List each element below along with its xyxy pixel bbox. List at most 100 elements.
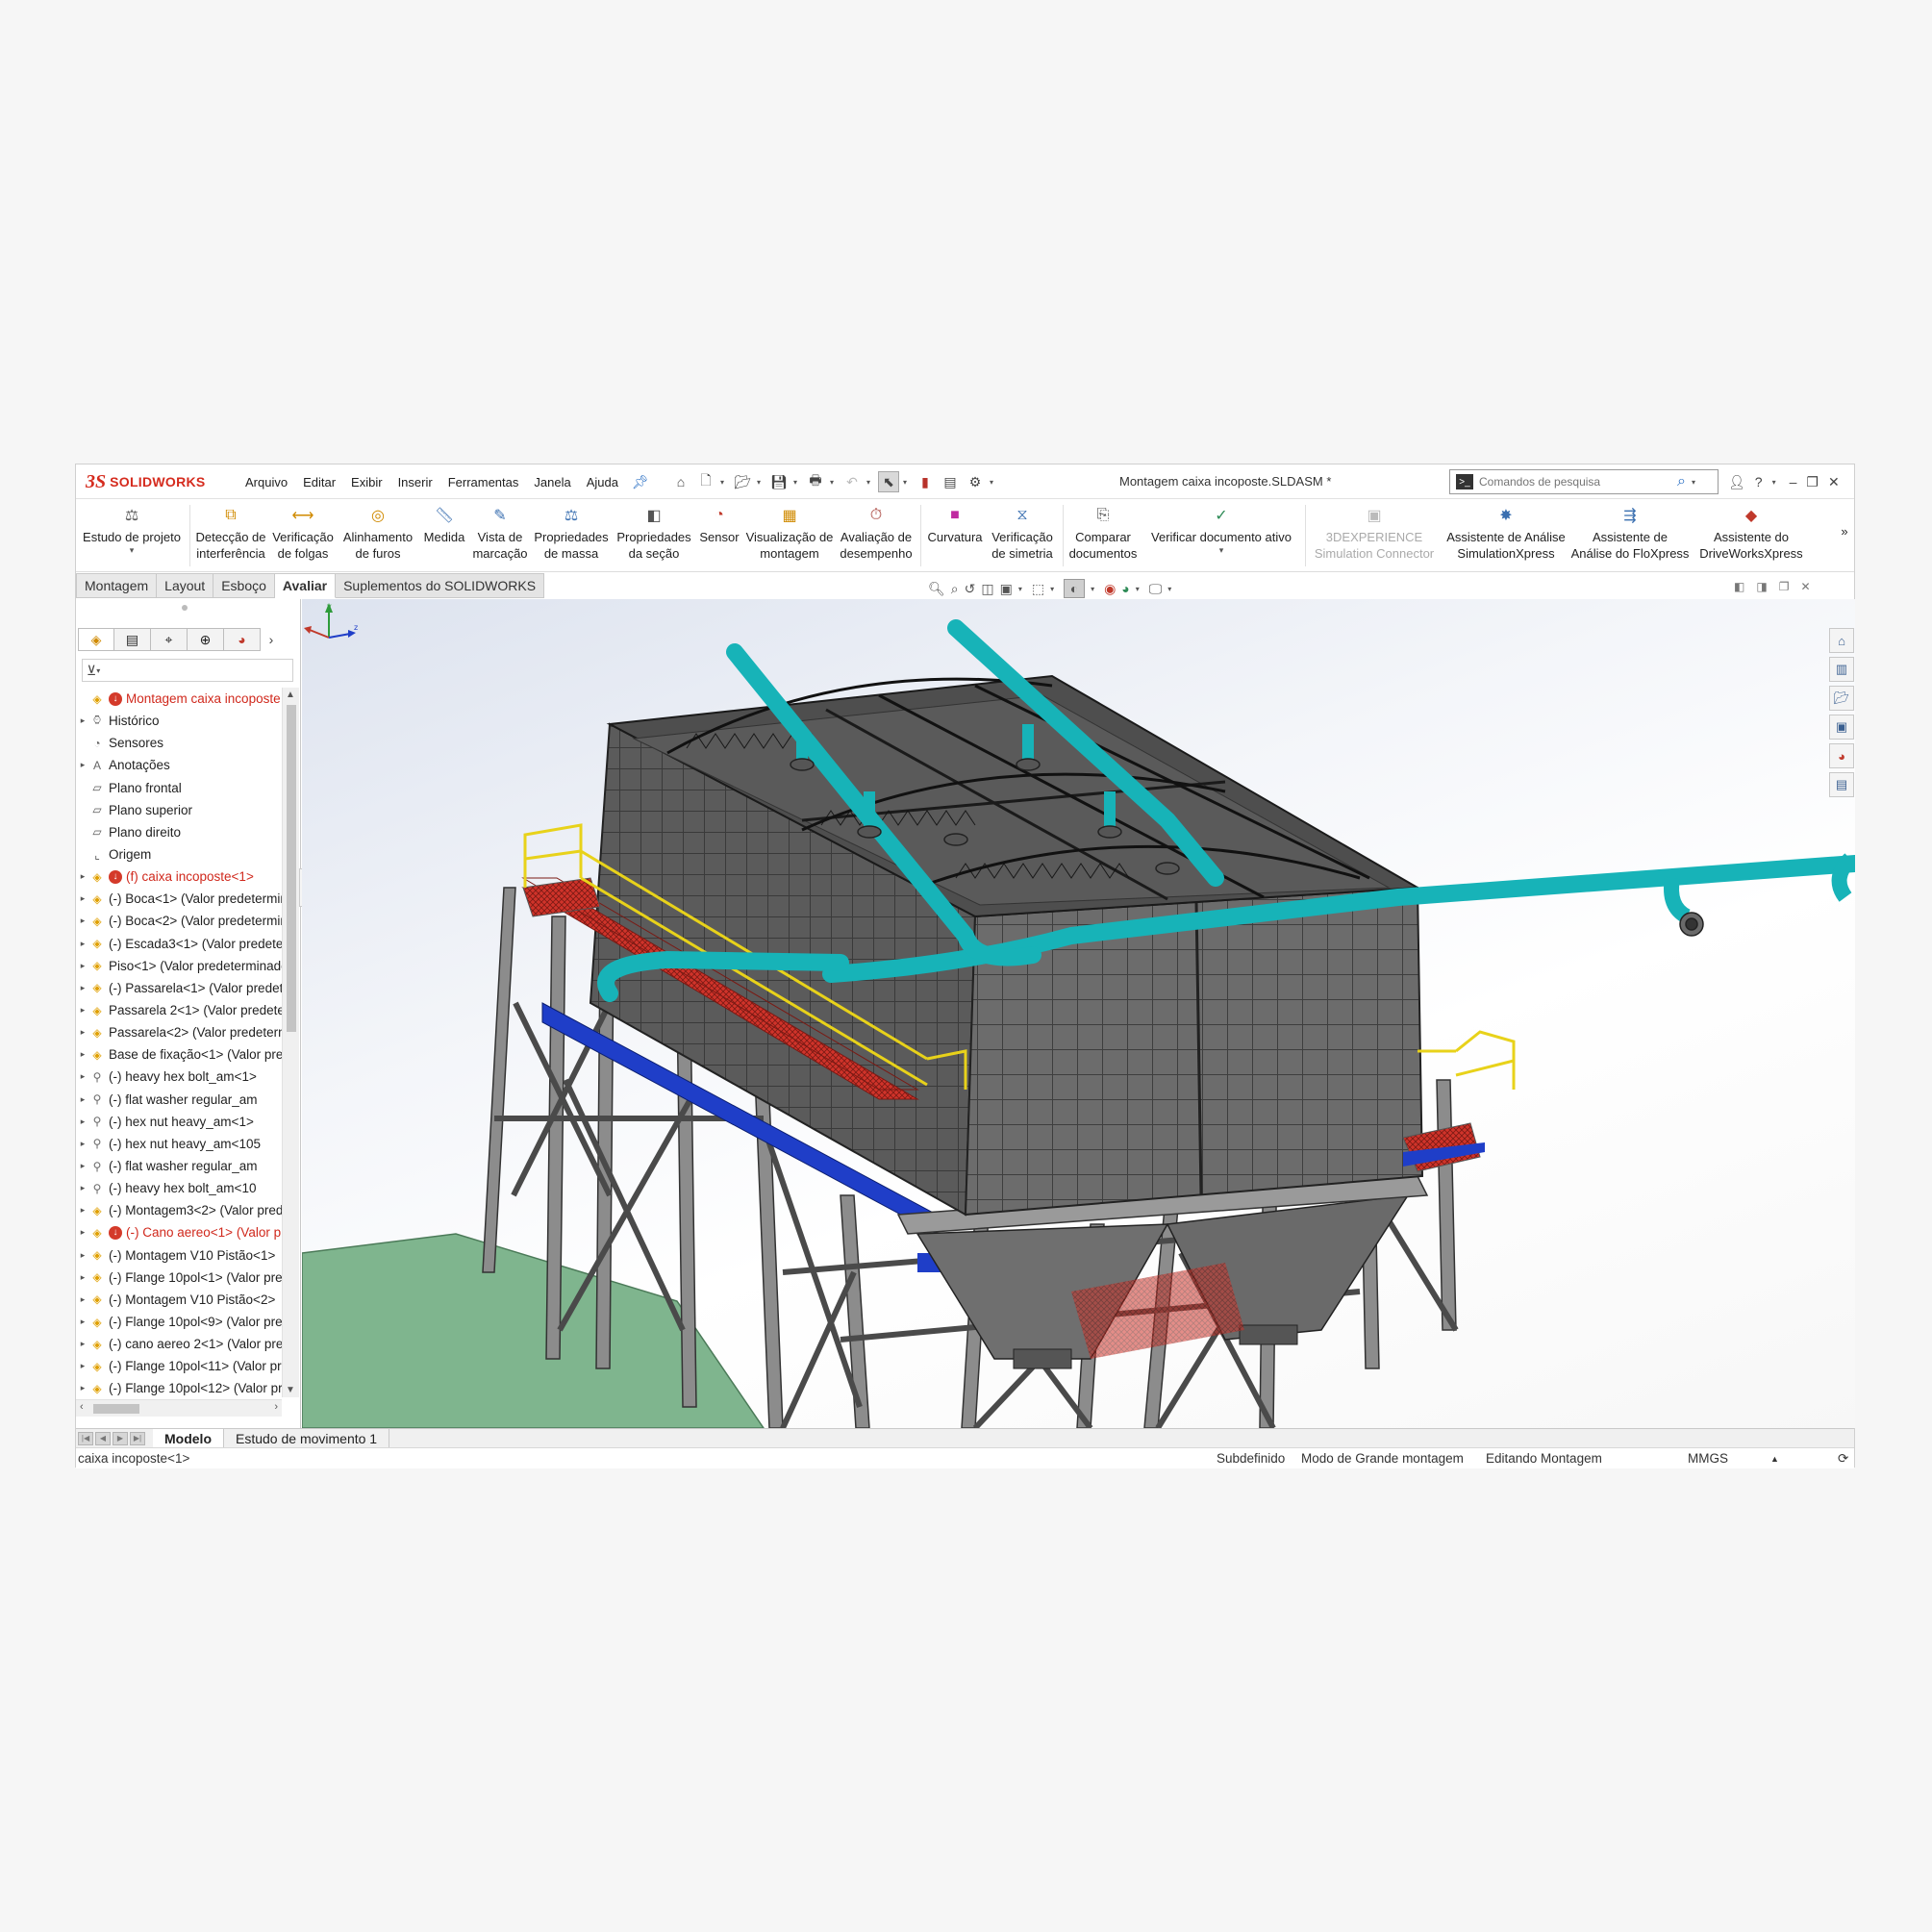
previous-view-icon[interactable]: ↺ xyxy=(965,581,976,597)
chevron-down-icon[interactable]: ▾ xyxy=(130,545,135,556)
expand-arrow-icon[interactable]: ▸ xyxy=(76,1317,89,1327)
file-properties-icon[interactable]: ▤ xyxy=(940,471,961,492)
tree-item[interactable]: ▸ ⚲ (-) heavy hex bolt_am<1> xyxy=(76,1066,282,1088)
chevron-down-icon[interactable]: ▾ xyxy=(96,666,104,675)
expand-arrow-icon[interactable]: ▸ xyxy=(76,760,89,770)
tab-suplementos[interactable]: Suplementos do SOLIDWORKS xyxy=(336,573,545,598)
tree-item[interactable]: ▸◈ (-) Flange 10pol<9> (Valor predetermin… xyxy=(76,1311,282,1333)
expand-arrow-icon[interactable]: ▸ xyxy=(76,1161,89,1171)
display-style-icon[interactable]: ◐ xyxy=(1064,579,1086,598)
sensor-button[interactable]: ◔ Sensor xyxy=(695,499,743,572)
tab-layout[interactable]: Layout xyxy=(157,573,214,598)
open-folder-icon[interactable]: 📂︎ xyxy=(732,471,753,492)
tree-item[interactable]: ▸◈ Passarela 2<1> (Valor predeterminado) xyxy=(76,999,282,1021)
mass-properties-button[interactable]: ⚖ Propriedades de massa xyxy=(530,499,613,572)
expand-arrow-icon[interactable]: ▸ xyxy=(76,1094,89,1105)
chevron-down-icon[interactable]: ▾ xyxy=(866,478,874,487)
tree-item[interactable]: ▸◈ Base de fixação<1> (Valor predetermina… xyxy=(76,1043,282,1066)
graphics-viewport[interactable]: y z ⌂ ▥ 📂︎ ▣ ◕ ▤ xyxy=(302,599,1855,1428)
expand-arrow-icon[interactable]: ▸ xyxy=(76,1005,89,1016)
expand-arrow-icon[interactable]: ▸ xyxy=(76,961,89,971)
assembly-visualization-button[interactable]: ▦ Visualização de montagem xyxy=(743,499,836,572)
expand-arrow-icon[interactable]: ▸ xyxy=(76,1272,89,1283)
measure-button[interactable]: 📏︎ Medida xyxy=(418,499,470,572)
expand-arrow-icon[interactable]: ▸ xyxy=(76,1339,89,1349)
section-properties-button[interactable]: ◧ Propriedades da seção xyxy=(613,499,695,572)
restore-viewport-icon[interactable]: ❐ xyxy=(1779,580,1790,593)
chevron-down-icon[interactable]: ▾ xyxy=(830,478,838,487)
chevron-down-icon[interactable]: ▾ xyxy=(1091,585,1098,593)
driveworksxpress-button[interactable]: ◆ Assistente do DriveWorksXpress xyxy=(1690,499,1813,572)
scroll-right-icon[interactable]: › xyxy=(274,1401,278,1413)
zoom-to-area-icon[interactable]: ⌕ xyxy=(951,581,959,597)
chevron-down-icon[interactable]: ▾ xyxy=(1692,478,1699,487)
markup-view-button[interactable]: ✎ Vista de marcação xyxy=(470,499,530,572)
dimxpert-tab-icon[interactable]: ⊕ xyxy=(188,628,224,651)
menu-ajuda[interactable]: Ajuda xyxy=(579,475,626,489)
tab-motion-study[interactable]: Estudo de movimento 1 xyxy=(224,1428,390,1448)
tab-montagem[interactable]: Montagem xyxy=(76,573,158,598)
search-input[interactable] xyxy=(1479,475,1671,489)
prev-tab-icon[interactable]: ◀ xyxy=(95,1431,111,1445)
display-manager-tab-icon[interactable]: ◕ xyxy=(224,628,261,651)
scroll-up-icon[interactable]: ▲ xyxy=(286,690,295,700)
tree-item[interactable]: ▸ ◈ Piso<1> (Valor predeterminado) xyxy=(76,955,282,977)
view-orientation-icon[interactable]: ⬚ xyxy=(1032,581,1044,597)
chevron-down-icon[interactable]: ▾ xyxy=(1167,585,1175,593)
expand-arrow-icon[interactable]: ▸ xyxy=(76,1361,89,1371)
configuration-manager-tab-icon[interactable]: ⌖ xyxy=(151,628,188,651)
compare-documents-button[interactable]: ⎘ Comparar documentos xyxy=(1065,499,1142,572)
expand-arrow-icon[interactable]: ▸ xyxy=(76,715,89,726)
tree-item[interactable]: ▸◈ (-) Montagem3<2> (Valor predeterminado… xyxy=(76,1199,282,1221)
expand-arrow-icon[interactable]: ▸ xyxy=(76,1250,89,1261)
tree-item[interactable]: ▸◈ ↓ (-) Cano aereo<1> (Valor predetermina… xyxy=(76,1221,282,1243)
interference-detection-button[interactable]: ⧉ Detecção de interferência xyxy=(193,499,268,572)
tree-item[interactable]: ▸ ⚲ (-) heavy hex bolt_am<10 xyxy=(76,1177,282,1199)
clearance-verification-button[interactable]: ⟷ Verificação de folgas xyxy=(268,499,338,572)
expand-arrow-icon[interactable]: ▸ xyxy=(76,1227,89,1238)
restore-icon[interactable]: ❐ xyxy=(1806,474,1819,490)
expand-arrow-icon[interactable]: ▸ xyxy=(76,1183,89,1193)
tree-filter[interactable]: ⊻ ▾ xyxy=(82,659,293,682)
design-library-icon[interactable]: ▥ xyxy=(1829,657,1854,682)
tab-modelo[interactable]: Modelo xyxy=(153,1428,224,1448)
tree-item[interactable]: ▸ ⚲ (-) flat washer regular_am xyxy=(76,1089,282,1111)
expand-arrow-icon[interactable]: ▸ xyxy=(76,1071,89,1082)
help-icon[interactable]: ? xyxy=(1755,474,1763,489)
tree-item[interactable]: ▸◈ (-) Escada3<1> (Valor predeterminado) xyxy=(76,933,282,955)
scrollbar-thumb[interactable] xyxy=(287,705,296,1032)
close-icon[interactable]: ✕ xyxy=(1828,474,1840,490)
home-icon[interactable]: ⌂ xyxy=(670,471,691,492)
tree-item[interactable]: ▸ ◈ ↓ (f) caixa incoposte<1> xyxy=(76,866,282,888)
expand-arrow-icon[interactable]: ▸ xyxy=(76,1139,89,1149)
tree-item[interactable]: ▸ A Anotações xyxy=(76,754,282,776)
tree-item[interactable]: ▸ ⚲ (-) hex nut heavy_am<1> xyxy=(76,1111,282,1133)
menu-inserir[interactable]: Inserir xyxy=(390,475,440,489)
zoom-to-fit-icon[interactable]: 🔍︎ xyxy=(928,581,945,597)
expand-arrow-icon[interactable]: ▸ xyxy=(76,916,89,926)
expand-arrow-icon[interactable]: ▸ xyxy=(76,1205,89,1216)
traffic-light-icon[interactable]: ▮ xyxy=(915,471,936,492)
split-right-icon[interactable]: ◨ xyxy=(1756,580,1767,593)
floxpress-button[interactable]: ⇶ Assistente de Análise do FloXpress xyxy=(1570,499,1690,572)
tree-item[interactable]: ▸◈ (-) Boca<2> (Valor predeterminado) xyxy=(76,910,282,932)
tree-item[interactable]: ▸◈ (-) Flange 10pol<12> (Valor predetermi… xyxy=(76,1377,282,1397)
save-icon[interactable]: 💾︎ xyxy=(768,471,790,492)
command-search[interactable]: >_ ⌕ ▾ xyxy=(1449,469,1719,494)
tree-item[interactable]: ◈ ↓ Montagem caixa incoposte xyxy=(76,688,282,710)
tab-esboco[interactable]: Esboço xyxy=(213,573,275,598)
check-active-document-button[interactable]: ✓ Verificar documento ativo ▾ xyxy=(1143,499,1299,572)
panel-grip[interactable] xyxy=(182,605,188,611)
simulationxpress-button[interactable]: ✸ Assistente de Análise SimulationXpress xyxy=(1442,499,1570,572)
scroll-left-icon[interactable]: ‹ xyxy=(80,1401,84,1413)
simulation-connector-button[interactable]: ▣ 3DEXPERIENCE Simulation Connector xyxy=(1307,499,1442,572)
chevron-up-icon[interactable]: ▲ xyxy=(1770,1454,1779,1464)
tree-item[interactable]: ▸◈ (-) Boca<1> (Valor predeterminado) xyxy=(76,888,282,910)
expand-arrow-icon[interactable]: ▸ xyxy=(76,871,89,882)
edit-appearance-icon[interactable]: ◕ xyxy=(1121,581,1129,596)
solidworks-resources-icon[interactable]: ⌂ xyxy=(1829,628,1854,653)
expand-arrow-icon[interactable]: ▸ xyxy=(76,1383,89,1393)
view-settings-icon[interactable]: 🖵︎ xyxy=(1149,581,1163,597)
tree-vertical-scrollbar[interactable]: ▲ ▼ xyxy=(282,688,299,1397)
menu-arquivo[interactable]: Arquivo xyxy=(238,475,295,489)
